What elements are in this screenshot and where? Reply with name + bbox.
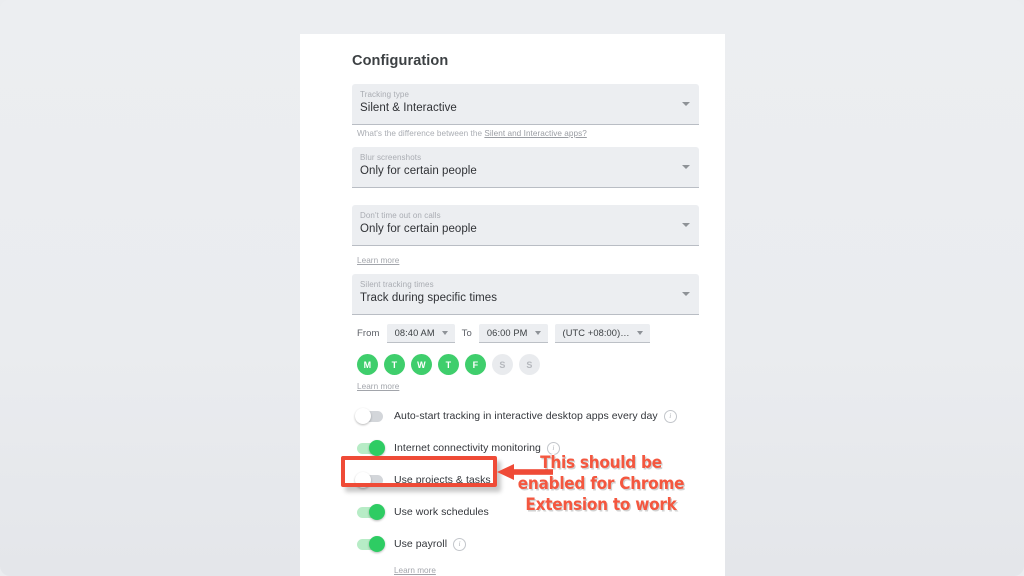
silent-tracking-times-value: Track during specific times [360, 292, 498, 304]
use-work-schedules-toggle[interactable] [357, 504, 385, 520]
use-payroll-toggle[interactable] [357, 536, 385, 552]
use-work-schedules-label: Use work schedules [394, 506, 489, 518]
weekday-friday[interactable]: F [465, 354, 486, 375]
from-label: From [357, 328, 380, 339]
timezone-select[interactable]: (UTC +08:00)… [554, 324, 650, 343]
chevron-down-icon [636, 331, 643, 335]
use-projects-tasks-toggle[interactable] [355, 472, 383, 488]
tracking-type-helper: What's the difference between the Silent… [357, 129, 699, 138]
payroll-learn-more-link[interactable]: Learn more [394, 566, 436, 575]
chevron-down-icon [682, 102, 690, 106]
auto-start-label: Auto-start tracking in interactive deskt… [394, 410, 658, 422]
from-time-select[interactable]: 08:40 AM [386, 324, 455, 343]
tracking-type-label: Tracking type [360, 90, 410, 99]
weekday-sunday[interactable]: S [519, 354, 540, 375]
blur-screenshots-select[interactable]: Blur screenshots Only for certain people [352, 147, 699, 188]
info-icon[interactable]: i [453, 537, 467, 551]
weekday-saturday[interactable]: S [492, 354, 513, 375]
to-time-select[interactable]: 06:00 PM [478, 324, 548, 343]
blur-screenshots-label: Blur screenshots [360, 153, 422, 162]
timeout-calls-select[interactable]: Don't time out on calls Only for certain… [352, 205, 699, 246]
toggle-knob [369, 440, 385, 456]
chevron-down-icon [682, 165, 690, 169]
time-range-row: From 08:40 AM To 06:00 PM (UTC +08:00)… [357, 324, 699, 343]
weekday-tuesday[interactable]: T [384, 354, 405, 375]
chevron-down-icon [534, 331, 541, 335]
silent-tracking-times-label: Silent tracking times [360, 280, 434, 289]
toggle-knob [369, 504, 385, 520]
weekday-thursday[interactable]: T [438, 354, 459, 375]
timezone-value: (UTC +08:00)… [562, 328, 630, 338]
info-icon[interactable]: i [663, 409, 677, 423]
configuration-card: Configuration Tracking type Silent & Int… [300, 34, 725, 576]
timeout-calls-learn-more-link[interactable]: Learn more [357, 256, 399, 265]
silent-interactive-apps-link[interactable]: Silent and Interactive apps? [484, 129, 586, 138]
toggle-knob [355, 472, 371, 488]
toggle-row-auto-start[interactable]: Auto-start tracking in interactive deskt… [355, 400, 699, 432]
from-time-value: 08:40 AM [394, 328, 435, 338]
timeout-calls-label: Don't time out on calls [360, 211, 441, 220]
tracking-type-select[interactable]: Tracking type Silent & Interactive [352, 84, 699, 125]
to-time-value: 06:00 PM [486, 328, 528, 338]
silent-times-learn-more-link[interactable]: Learn more [357, 382, 399, 391]
page-title: Configuration [352, 53, 449, 69]
internet-monitoring-label: Internet connectivity monitoring [394, 442, 541, 454]
screen-root: Configuration Tracking type Silent & Int… [0, 0, 1024, 576]
blur-screenshots-value: Only for certain people [360, 165, 477, 177]
toggle-knob [355, 408, 371, 424]
use-payroll-label: Use payroll [394, 538, 448, 550]
card-content: Configuration Tracking type Silent & Int… [300, 34, 725, 576]
chevron-down-icon [441, 331, 448, 335]
silent-tracking-times-select[interactable]: Silent tracking times Track during speci… [352, 274, 699, 315]
info-icon[interactable]: i [546, 441, 560, 455]
weekday-selector: M T W T F S S [357, 354, 699, 375]
use-projects-tasks-label: Use projects & tasks [394, 474, 491, 486]
toggle-row-payroll[interactable]: Use payroll i [357, 528, 699, 560]
weekday-wednesday[interactable]: W [411, 354, 432, 375]
auto-start-toggle[interactable] [355, 408, 383, 424]
tracking-type-helper-text: What's the difference between the [357, 129, 485, 138]
toggle-row-work-schedules[interactable]: Use work schedules [357, 496, 699, 528]
toggle-row-internet-monitoring[interactable]: Internet connectivity monitoring i [357, 432, 699, 464]
toggle-knob [369, 536, 385, 552]
timeout-calls-value: Only for certain people [360, 223, 477, 235]
chevron-down-icon [682, 223, 690, 227]
tracking-type-value: Silent & Interactive [360, 102, 457, 114]
to-label: To [461, 328, 472, 339]
annotation-arrow-icon [497, 464, 553, 480]
chevron-down-icon [682, 292, 690, 296]
weekday-monday[interactable]: M [357, 354, 378, 375]
internet-monitoring-toggle[interactable] [357, 440, 385, 456]
